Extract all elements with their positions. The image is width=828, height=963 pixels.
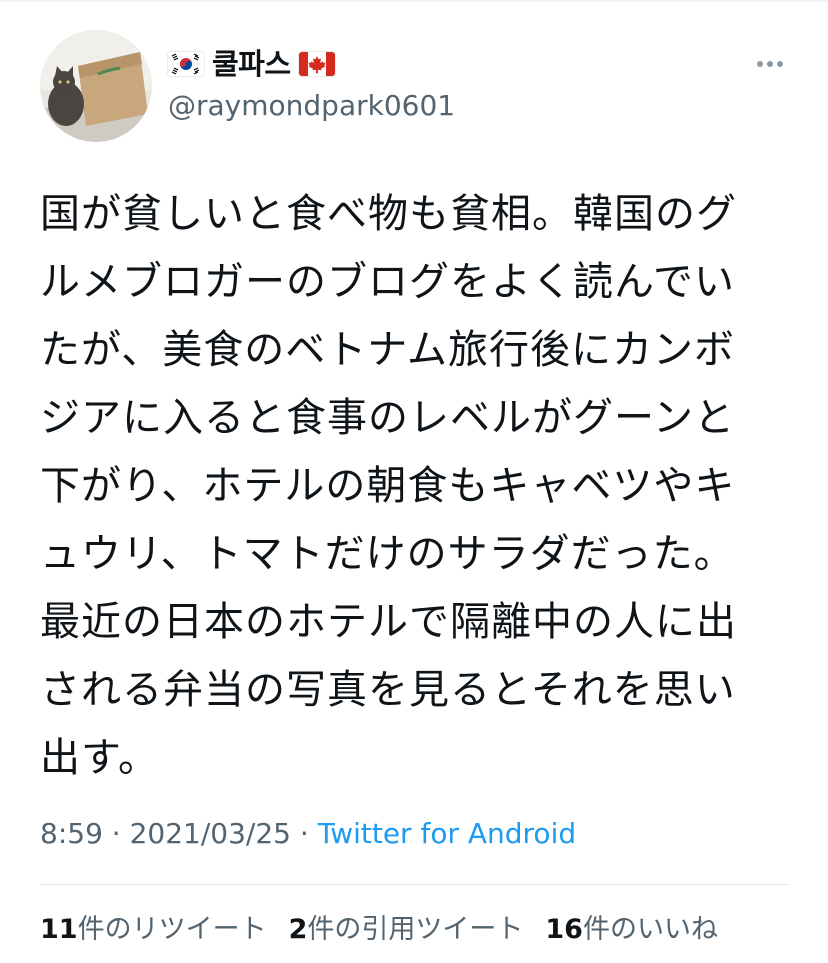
tweet-text-line: たが、美食のベトナム旅行後にカンボ [40, 327, 735, 373]
tweet-time[interactable]: 8:59 [40, 817, 103, 850]
retweets-count: 11 [40, 913, 78, 945]
tweet-text-line: される弁当の写真を見るとそれを思い [40, 667, 736, 713]
author-handle: @raymondpark0601 [168, 89, 456, 122]
author-name-row: 쿨파스 [168, 44, 455, 84]
likes-count: 16 [545, 913, 583, 945]
tweet-stats: 11 件のリツイート 2 件の引用ツイート 16 件のいいね [40, 904, 740, 948]
tweet-source-link[interactable]: Twitter for Android [318, 817, 576, 850]
tweet-metadata: 8:59 · 2021/03/25 · Twitter for Android [40, 812, 576, 856]
top-divider [0, 0, 828, 2]
tweet-text-line: 国が貧しいと食べ物も貧相。韓国のグ [40, 191, 737, 237]
meta-separator: · [299, 817, 318, 850]
stats-divider [40, 884, 788, 885]
meta-separator: · [111, 817, 130, 850]
tweet-author[interactable]: 쿨파스 @raymondpark0601 [168, 44, 455, 126]
quotes-stat[interactable]: 2 件の引用ツイート [289, 907, 524, 946]
canada-flag-icon [298, 52, 335, 76]
more-horizontal-icon [757, 61, 783, 67]
more-options-button[interactable] [748, 48, 792, 80]
tweet-text-line: ジアに入ると食事のレベルがグーンと [40, 395, 735, 441]
south-korea-flag-icon [168, 52, 204, 76]
quotes-label: 件の引用ツイート [307, 913, 524, 945]
tweet-text-line: 出す。 [40, 735, 159, 781]
avatar[interactable] [40, 30, 152, 142]
author-display-name: 쿨파스 [212, 47, 291, 81]
tweet-date[interactable]: 2021/03/25 [130, 817, 291, 850]
retweets-stat[interactable]: 11 件のリツイート [40, 907, 267, 946]
tweet-text-line: 下がり、ホテルの朝食もキャベツやキ [40, 463, 736, 509]
tweet-text-line: ュウリ、トマトだけのサラダだった。 [40, 531, 735, 577]
quotes-count: 2 [288, 913, 308, 945]
retweets-label: 件のリツイート [77, 913, 267, 945]
likes-label: 件のいいね [582, 913, 718, 945]
tweet-text-line: ルメブロガーのブログをよく読んでい [40, 259, 735, 305]
tweet-text-line: 最近の日本のホテルで隔離中の人に出 [40, 599, 737, 645]
tweet-text: 国が貧しいと食べ物も貧相。韓国のグ ルメブロガーのブログをよく読んでい たが、美… [40, 180, 790, 792]
likes-stat[interactable]: 16 件のいいね [545, 907, 718, 946]
